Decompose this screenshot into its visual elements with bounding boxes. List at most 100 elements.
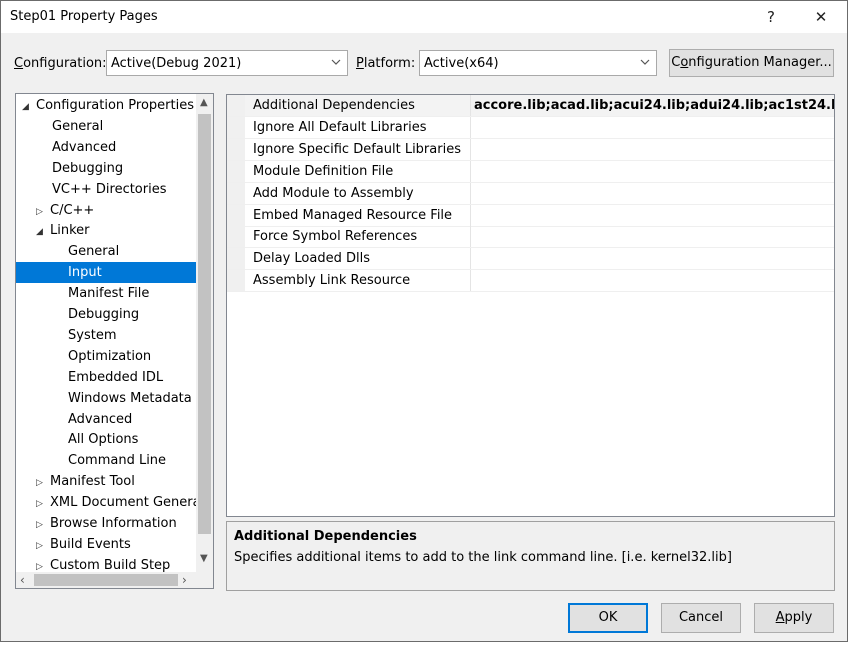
row-gutter — [227, 138, 245, 160]
collapse-arrow-icon[interactable]: ◢ — [36, 222, 50, 243]
property-name: Force Symbol References — [253, 229, 418, 245]
configuration-value: Active(Debug 2021) — [111, 56, 242, 71]
column-divider[interactable] — [470, 248, 471, 270]
expand-arrow-icon[interactable]: ▷ — [36, 515, 50, 536]
tree-item[interactable]: ▷ Browse Information — [36, 513, 177, 534]
property-grid: Additional Dependencies accore.lib;acad.l… — [226, 94, 835, 517]
chevron-down-icon — [331, 59, 341, 65]
column-divider[interactable] — [470, 160, 471, 182]
tree-item[interactable]: ◢ Configuration Properties — [22, 95, 194, 116]
collapse-arrow-icon[interactable]: ◢ — [22, 97, 36, 118]
tree-horizontal-scrollbar[interactable]: ‹ › — [16, 572, 213, 588]
tree-item[interactable]: Debugging — [52, 158, 123, 179]
description-panel: Additional Dependencies Specifies additi… — [226, 521, 835, 591]
column-divider[interactable] — [470, 226, 471, 248]
tree-item-label: Configuration Properties — [36, 98, 194, 113]
tree-item[interactable]: Debugging — [68, 304, 139, 325]
property-name: Ignore Specific Default Libraries — [253, 141, 461, 157]
column-divider[interactable] — [470, 204, 471, 226]
tree-item[interactable]: Windows Metadata — [68, 388, 192, 409]
platform-dropdown[interactable]: Active(x64) — [419, 50, 657, 76]
tree-item[interactable]: General — [52, 116, 103, 137]
property-row[interactable]: Force Symbol References — [227, 226, 834, 249]
tree-item[interactable]: Advanced — [68, 409, 132, 430]
tree-item-label: Custom Build Step — [50, 557, 171, 573]
row-gutter — [227, 182, 245, 204]
scroll-thumb[interactable] — [34, 574, 178, 586]
tree-item[interactable]: ▷ XML Document Generatc — [36, 492, 213, 513]
configuration-label: Configuration: — [14, 56, 107, 71]
window-title: Step01 Property Pages — [10, 9, 158, 24]
tree-vertical-scrollbar[interactable]: ▲ ▼ — [196, 94, 213, 572]
tree-item-label: Advanced — [52, 139, 117, 155]
property-name: Assembly Link Resource — [253, 273, 411, 289]
tree-item[interactable]: ▷ C/C++ — [36, 200, 94, 221]
property-tree: ◢ Configuration Properties General Advanced… — [15, 93, 214, 589]
column-divider[interactable] — [470, 182, 471, 204]
tree-item-label: Windows Metadata — [68, 390, 192, 406]
tree-item[interactable]: ◢ Linker — [36, 220, 90, 241]
platform-value: Active(x64) — [424, 56, 499, 71]
property-row[interactable]: Embed Managed Resource File — [227, 204, 834, 227]
expand-arrow-icon[interactable]: ▷ — [36, 473, 50, 494]
row-gutter — [227, 204, 245, 226]
column-divider[interactable] — [470, 270, 471, 292]
tree-item[interactable]: Manifest File — [68, 283, 149, 304]
row-gutter — [227, 95, 245, 116]
property-row[interactable]: Add Module to Assembly — [227, 182, 834, 205]
configuration-dropdown[interactable]: Active(Debug 2021) — [106, 50, 348, 76]
ok-button[interactable]: OK — [568, 603, 648, 633]
row-gutter — [227, 116, 245, 138]
expand-arrow-icon[interactable]: ▷ — [36, 494, 50, 515]
tree-item-label: Manifest File — [68, 286, 150, 302]
tree-item-label: VC++ Directories — [52, 181, 167, 197]
expand-arrow-icon[interactable]: ▷ — [36, 202, 50, 223]
tree-item[interactable]: ▷ Build Events — [36, 534, 131, 555]
property-name: Embed Managed Resource File — [253, 207, 453, 223]
tree-item-label: Manifest Tool — [50, 474, 135, 490]
chevron-down-icon — [640, 59, 650, 65]
row-gutter — [227, 270, 245, 292]
description-title: Additional Dependencies — [234, 529, 417, 544]
property-name: Module Definition File — [253, 163, 394, 179]
tree-item-label: Debugging — [52, 160, 124, 176]
tree-item-label: Browse Information — [50, 516, 177, 531]
tree-item[interactable]: General — [68, 241, 119, 262]
property-row[interactable]: Ignore All Default Libraries — [227, 116, 834, 139]
tree-item-label: General — [52, 118, 104, 134]
tree-item[interactable]: All Options — [68, 429, 138, 450]
property-name: Additional Dependencies — [253, 98, 415, 113]
column-divider[interactable] — [470, 116, 471, 138]
close-button[interactable]: ✕ — [801, 4, 841, 30]
tree-item[interactable]: Input — [16, 262, 196, 284]
tree-item[interactable]: VC++ Directories — [52, 179, 167, 200]
scroll-thumb[interactable] — [198, 114, 211, 534]
tree-item[interactable]: System — [68, 325, 116, 346]
scroll-up-icon[interactable]: ▲ — [200, 97, 208, 108]
tree-item[interactable]: Embedded IDL — [68, 367, 163, 388]
tree-item[interactable]: Advanced — [52, 137, 116, 158]
tree-item-label: Debugging — [68, 307, 140, 322]
tree-item-label: Optimization — [68, 348, 152, 364]
expand-arrow-icon[interactable]: ▷ — [36, 536, 50, 557]
scroll-down-icon[interactable]: ▼ — [200, 553, 208, 564]
scroll-right-icon[interactable]: › — [182, 573, 187, 587]
tree-item[interactable]: Command Line — [68, 450, 166, 471]
property-value[interactable]: accore.lib;acad.lib;acui24.lib;adui24.li… — [474, 98, 834, 113]
tree-item-label: All Options — [68, 432, 139, 448]
column-divider[interactable] — [470, 95, 471, 116]
description-text: Specifies additional items to add to the… — [234, 550, 732, 565]
tree-item[interactable]: ▷ Manifest Tool — [36, 471, 135, 492]
configuration-manager-button[interactable]: Configuration Manager... — [669, 49, 834, 77]
help-button[interactable]: ? — [751, 4, 791, 30]
property-row[interactable]: Assembly Link Resource — [227, 270, 834, 293]
cancel-button[interactable]: Cancel — [661, 603, 741, 633]
scroll-left-icon[interactable]: ‹ — [20, 573, 25, 587]
property-row[interactable]: Delay Loaded Dlls — [227, 248, 834, 271]
property-row[interactable]: Module Definition File — [227, 160, 834, 183]
property-row[interactable]: Additional Dependencies accore.lib;acad.l… — [227, 95, 834, 117]
column-divider[interactable] — [470, 138, 471, 160]
property-row[interactable]: Ignore Specific Default Libraries — [227, 138, 834, 161]
tree-item[interactable]: Optimization — [68, 346, 151, 367]
apply-button[interactable]: Apply — [754, 603, 834, 633]
